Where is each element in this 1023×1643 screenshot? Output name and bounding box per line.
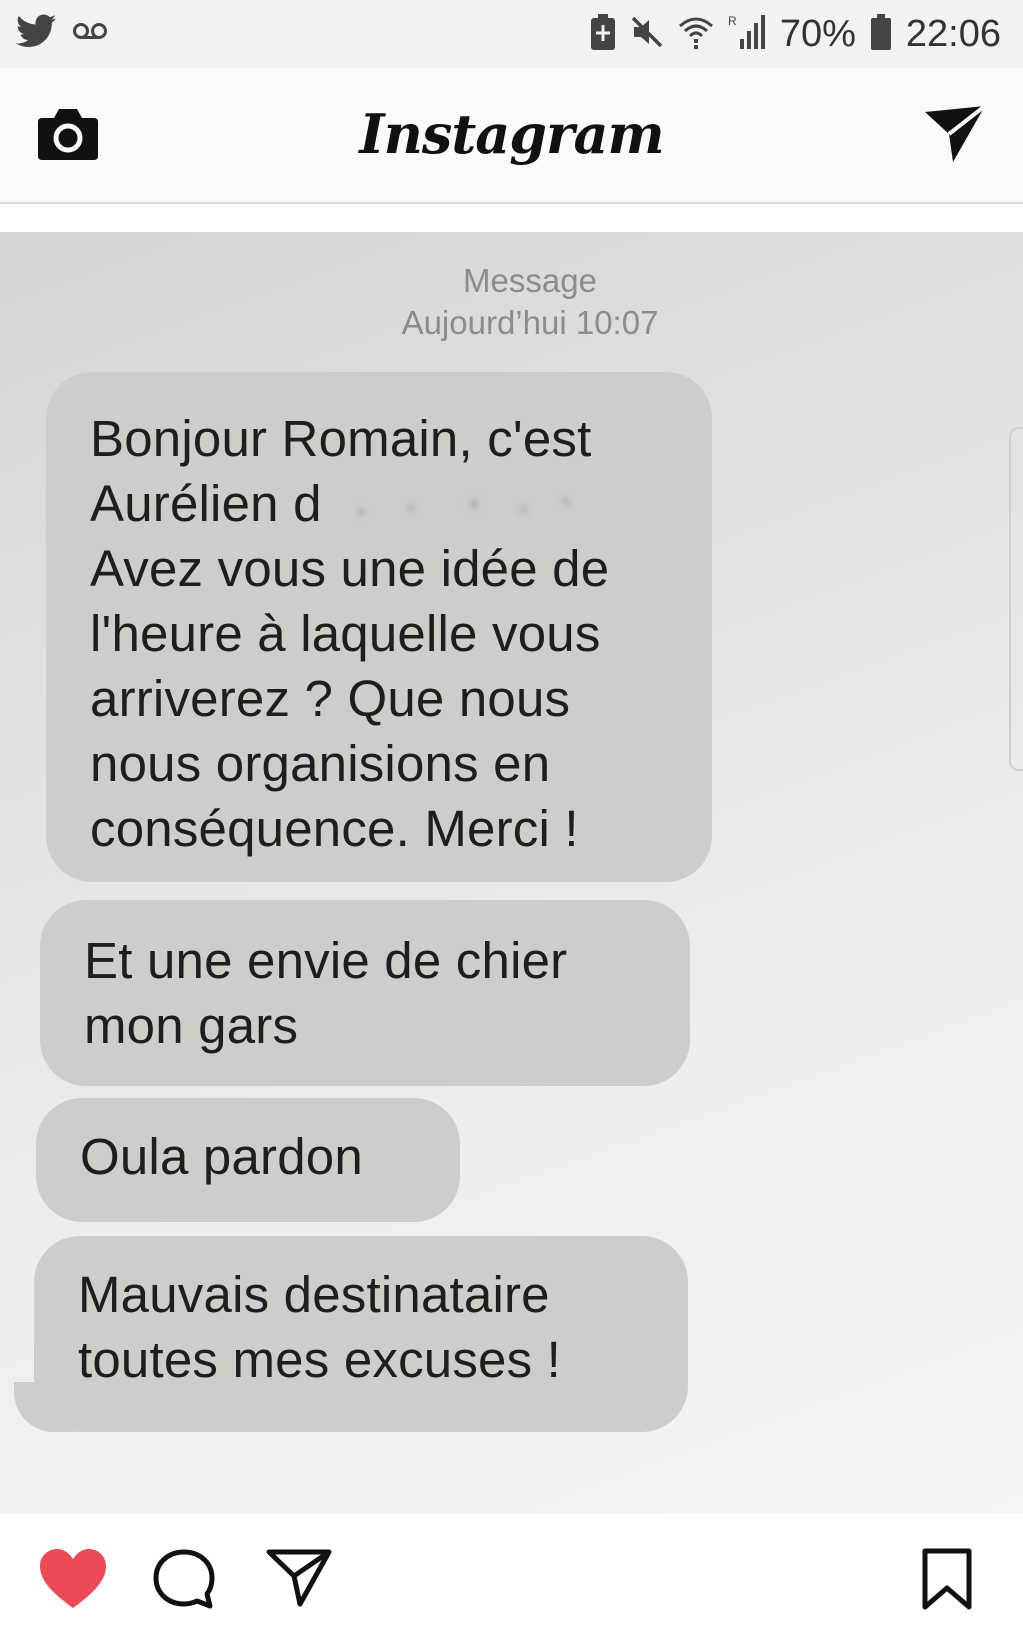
voicemail-icon [72, 21, 108, 46]
battery-icon [870, 13, 892, 56]
comment-icon[interactable] [152, 1548, 216, 1615]
clock: 22:06 [905, 13, 1001, 55]
message-bubble: Et une envie de chier mon gars [40, 900, 690, 1086]
bubble-line-text: Aurélien d [90, 475, 322, 532]
bubble-line: mon gars [84, 997, 299, 1054]
bookmark-icon[interactable] [921, 1548, 973, 1615]
message-date: Aujourd’hui 10:07 [401, 304, 659, 341]
status-bar: R 70% 22:06 [0, 0, 1023, 68]
message-bubble: Bonjour Romain, c'est Aurélien d Avez vo… [46, 372, 712, 882]
message-bubble: Mauvais destinataire toutes mes excuses … [34, 1236, 688, 1432]
bubble-line: toutes mes excuses ! [78, 1331, 562, 1388]
battery-percent: 70% [779, 13, 856, 55]
message-bubble: Oula pardon [36, 1098, 460, 1222]
bubble-line: l'heure à laquelle vous [90, 605, 601, 662]
signal-icon: R [728, 13, 766, 56]
save-data-icon [590, 13, 616, 56]
bubble-line: Et une envie de chier [84, 932, 568, 989]
bubble-line: Oula pardon [80, 1128, 363, 1185]
bubble-line: conséquence. Merci ! [90, 800, 579, 857]
share-icon[interactable] [266, 1548, 332, 1613]
bubble-line: Aurélien d [90, 471, 672, 536]
svg-text:R: R [728, 14, 737, 28]
bubble-line: Mauvais destinataire [78, 1266, 550, 1323]
app-header: Instagram [0, 68, 1023, 204]
twitter-icon [16, 14, 56, 53]
message-header: Message Aujourd’hui 10:07 [300, 260, 760, 344]
bubble-line: arriverez ? Que nous [90, 670, 571, 727]
post-image: Message Aujourd’hui 10:07 Bonjour Romain… [0, 232, 1023, 1514]
instagram-logo: Instagram [359, 102, 664, 166]
redacted-text [336, 487, 587, 528]
heart-icon[interactable] [38, 1548, 108, 1615]
bubble-line: Bonjour Romain, c'est [90, 410, 592, 467]
bubble-line: Avez vous une idée de [90, 540, 610, 597]
post-actions [0, 1514, 1023, 1643]
bubble-line: nous organisions en [90, 735, 551, 792]
message-title: Message [463, 262, 597, 299]
wifi-icon [678, 14, 714, 55]
phone-edge [1009, 427, 1023, 771]
direct-message-icon[interactable] [923, 104, 987, 169]
mute-icon [630, 15, 664, 54]
